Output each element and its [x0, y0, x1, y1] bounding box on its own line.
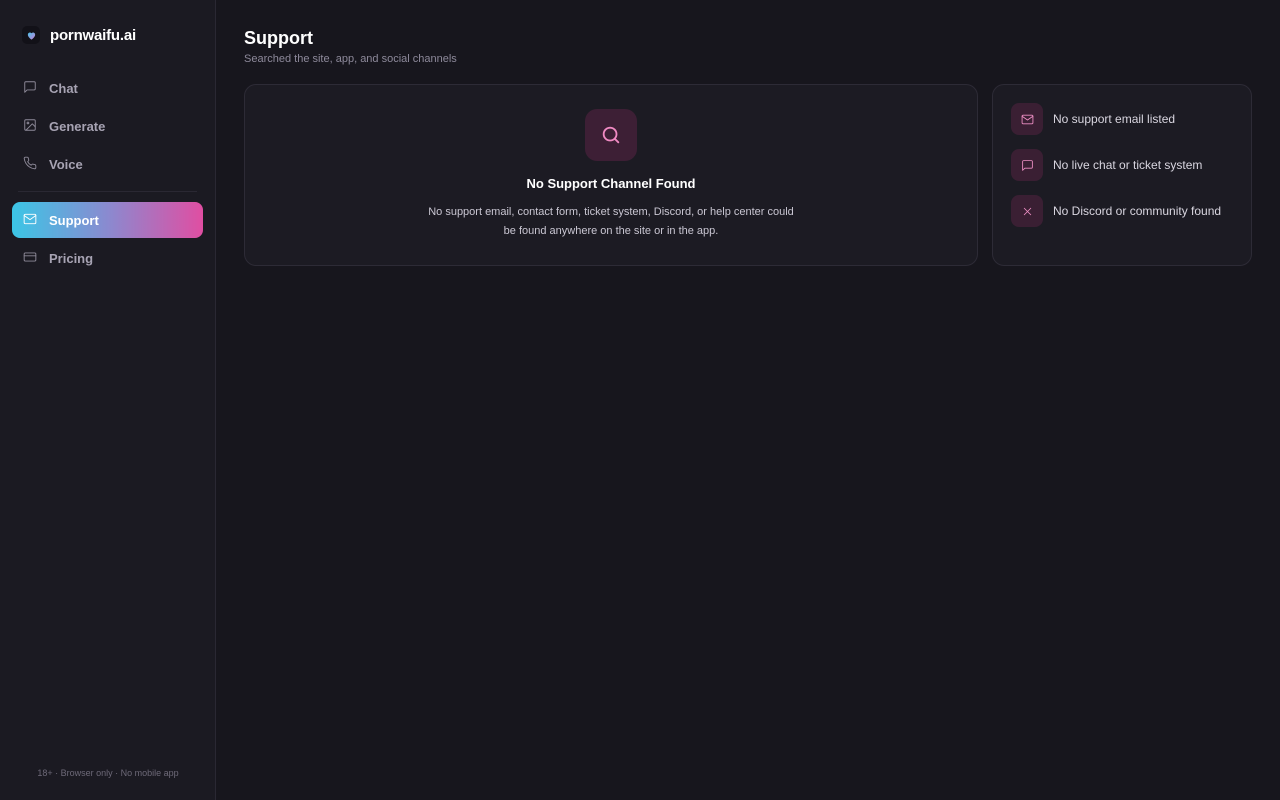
phone-icon — [23, 156, 37, 173]
image-icon — [23, 118, 37, 135]
card-description: No support email, contact form, ticket s… — [428, 206, 794, 237]
status-label: No Discord or community found — [1053, 204, 1222, 218]
message-square-icon — [1011, 149, 1043, 181]
support-status-card: No support email listed No live chat or … — [992, 84, 1252, 266]
app-root: pornwaifu.ai Chat Generate Voice Support… — [0, 0, 1280, 800]
credit-card-icon — [23, 250, 37, 267]
main-content: Support Searched the site, app, and soci… — [216, 0, 1280, 800]
sidebar-nav-secondary: Support Pricing — [12, 202, 203, 276]
sidebar-item-pricing[interactable]: Pricing — [12, 240, 203, 276]
sidebar-item-label: Generate — [49, 118, 106, 134]
brand-name: pornwaifu.ai — [50, 26, 136, 44]
search-icon — [585, 109, 637, 161]
status-row-discord: No Discord or community found — [1011, 195, 1233, 227]
x-icon — [1011, 195, 1043, 227]
status-label: No live chat or ticket system — [1053, 158, 1203, 172]
heart-icon — [22, 26, 40, 44]
status-row-chat: No live chat or ticket system — [1011, 149, 1233, 181]
sidebar-item-label: Chat — [49, 80, 78, 96]
cards-row: No Support Channel Found No support emai… — [244, 84, 1252, 266]
page-title: Support — [244, 28, 313, 48]
no-support-card: No Support Channel Found No support emai… — [244, 84, 978, 266]
sidebar-item-support[interactable]: Support — [12, 202, 203, 238]
sidebar-item-generate[interactable]: Generate — [12, 108, 203, 144]
mail-icon — [1011, 103, 1043, 135]
sidebar: pornwaifu.ai Chat Generate Voice Support… — [0, 0, 216, 800]
page-subtitle: Searched the site, app, and social chann… — [244, 53, 457, 65]
mail-icon — [23, 212, 37, 229]
sidebar-footer: 18+ · Browser only · No mobile app — [37, 768, 179, 778]
sidebar-item-chat[interactable]: Chat — [12, 70, 203, 106]
status-label: No support email listed — [1053, 112, 1176, 126]
card-title: No Support Channel Found — [526, 176, 696, 191]
nav-divider — [18, 191, 197, 192]
sidebar-item-label: Pricing — [49, 250, 94, 266]
sidebar-item-label: Support — [49, 212, 99, 228]
message-square-icon — [23, 80, 37, 97]
sidebar-item-voice[interactable]: Voice — [12, 146, 203, 182]
brand[interactable]: pornwaifu.ai — [12, 0, 203, 70]
sidebar-item-label: Voice — [49, 156, 83, 172]
sidebar-nav: Chat Generate Voice — [12, 70, 203, 182]
status-row-email: No support email listed — [1011, 103, 1233, 135]
